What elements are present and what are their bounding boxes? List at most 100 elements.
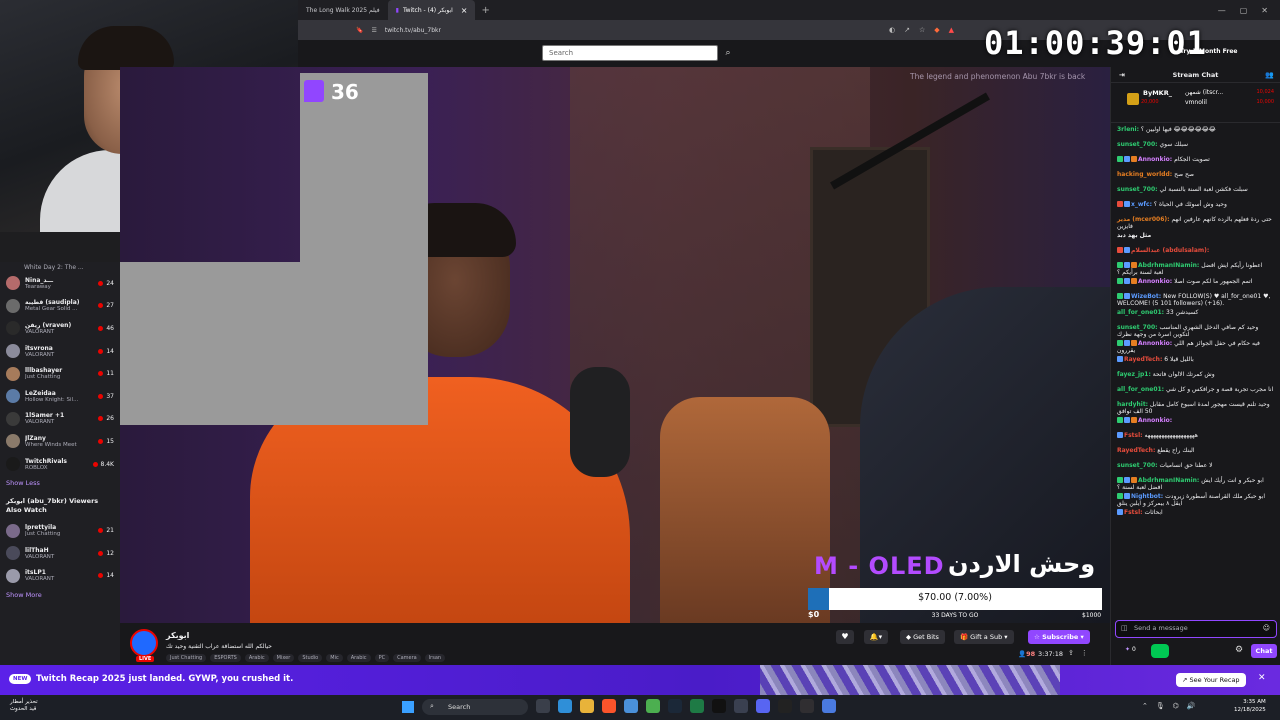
browser-tab-active[interactable]: ▮ Twitch - ابوبكر (4) × [387,0,476,20]
search-icon[interactable]: ⌕ [720,45,736,61]
chat-badge-icon[interactable] [1117,278,1123,284]
chat-badge-icon[interactable] [1131,340,1137,346]
users-icon[interactable]: 👥 [1265,71,1274,79]
chat-badge-icon[interactable] [1117,247,1123,253]
gift-sub-button[interactable]: 🎁 Gift a Sub ▾ [954,630,1014,644]
bookmark-icon[interactable]: 🔖 [356,27,363,34]
emote-icon[interactable]: ☺ [1263,624,1270,632]
sidebar-channel-item[interactable]: itsvrona VALORANT 14 [0,340,120,363]
stream-tag[interactable]: Camera [393,654,421,662]
chat-badge-icon[interactable] [1117,156,1123,162]
channel-points[interactable]: ✦ 0 [1125,646,1136,653]
site-info-icon[interactable]: ☰ [371,27,376,34]
taskbar-clock[interactable]: 3:35 AM 12/18/2025 [1234,699,1266,714]
alert-icon[interactable]: ▲ [949,26,954,34]
chat-username[interactable]: all_for_one01: [1117,309,1164,316]
chat-badge-icon[interactable] [1117,477,1123,483]
stream-tag[interactable]: Mic [326,654,343,662]
sidebar-channel-item[interactable]: ريفن (vraven) VALORANT 46 [0,317,120,340]
obs-icon[interactable] [800,699,814,713]
chat-username[interactable]: Annonkio: [1138,278,1172,285]
stream-tag[interactable]: Studio [298,654,323,662]
search-input[interactable]: Search [542,45,718,61]
stream-tag[interactable]: Irsan [424,654,446,662]
leaderboard-user[interactable]: vmnolil [1185,99,1207,106]
sidebar-channel-item[interactable]: lilThaH VALORANT 12 [0,542,120,565]
chat-username[interactable]: Fstsl: [1124,432,1143,439]
chat-send-button[interactable]: Chat [1251,644,1277,658]
show-more-link[interactable]: Show More [0,587,120,603]
chat-username[interactable]: AbdrhmanINamin: [1138,477,1199,484]
more-options-icon[interactable]: ⋮ [1081,649,1088,657]
capcut-icon[interactable] [778,699,792,713]
chat-badge-icon[interactable] [1117,493,1123,499]
chat-username[interactable]: hacking_worldd: [1117,171,1172,178]
chat-username[interactable]: sunset_700: [1117,324,1158,331]
chat-username[interactable]: Annonkio: [1138,417,1172,424]
sidebar-channel-item[interactable]: LeZeidaa Hollow Knight: Sil... 37 [0,385,120,408]
close-tab-icon[interactable]: × [461,6,468,15]
file-explorer-icon[interactable] [580,699,594,713]
sidebar-channel-item[interactable]: TwitchRivals ROBLOX 8.4K [0,453,120,476]
sidebar-channel-item[interactable]: JlZany Where Winds Meet 15 [0,430,120,453]
chat-username[interactable]: RayedTech: [1117,447,1155,454]
browser-tab[interactable]: The Long Walk 2025 فيلم [298,0,388,20]
chat-username[interactable]: fayez_jp1: [1117,371,1151,378]
chat-badge-icon[interactable] [1117,356,1123,362]
close-window-icon[interactable]: ✕ [1261,6,1268,15]
tiktok-icon[interactable] [712,699,726,713]
chat-badge-icon[interactable] [1131,262,1137,268]
stream-tag[interactable]: Mixer [272,654,295,662]
leaderboard-user[interactable]: شمهن (itscr... [1185,89,1223,96]
chat-badge-icon[interactable] [1124,262,1130,268]
chat-badge-icon[interactable] [1124,201,1130,207]
channel-name[interactable]: ابوبكر [166,631,189,640]
chat-username[interactable]: WizeBot: [1131,293,1161,300]
stream-tag[interactable]: ESPORTS [210,654,241,662]
chat-username[interactable]: AbdrhmanINamin: [1138,262,1199,269]
chat-username[interactable]: 3rleni: [1117,126,1139,133]
task-view-icon[interactable] [536,699,550,713]
chevron-up-icon[interactable]: ⌃ [1142,702,1148,710]
chat-username[interactable]: sunset_700: [1117,141,1158,148]
grid-app-icon[interactable] [822,699,836,713]
brave-icon[interactable] [602,699,616,713]
show-less-link[interactable]: Show Less [0,475,120,491]
chat-badge-icon[interactable] [1124,247,1130,253]
chat-badge-icon[interactable] [1124,340,1130,346]
channel-avatar[interactable] [130,629,158,657]
chat-username[interactable]: عبدالسلام (abdulsalam): [1131,247,1209,254]
chat-username[interactable]: مثل بهد دبد [1117,232,1151,239]
mute-icon[interactable]: ◐ [889,26,895,34]
new-tab-icon[interactable]: + [481,5,489,16]
chat-username[interactable]: sunset_700: [1117,186,1158,193]
volume-icon[interactable]: 🔊 [1187,702,1196,710]
stream-tag[interactable]: Just Chatting [166,654,207,662]
stream-tag[interactable]: PC [374,654,390,662]
store-icon[interactable] [624,699,638,713]
chrome-icon[interactable] [646,699,660,713]
star-icon[interactable]: ☆ [919,26,925,34]
subscribe-button[interactable]: ☆ Subscribe ▾ [1028,630,1090,644]
chat-username[interactable]: sunset_700: [1117,462,1158,469]
chat-badge-icon[interactable] [1131,156,1137,162]
share-icon[interactable]: ↗ [904,26,910,34]
try-turbo-button[interactable]: Try 1-Month Free [1180,48,1237,55]
chat-badge-icon[interactable] [1117,417,1123,423]
chat-username[interactable]: hardyhit: [1117,401,1148,408]
sidebar-channel-item[interactable]: 1lSamer +1 VALORANT 26 [0,408,120,431]
chat-username[interactable]: Annonkio: [1138,340,1172,347]
stream-tag[interactable]: Arabic [346,654,371,662]
chat-badge-icon[interactable] [1124,493,1130,499]
minimize-icon[interactable]: — [1218,6,1226,15]
chat-badge-icon[interactable] [1117,340,1123,346]
close-icon[interactable]: ✕ [1258,673,1266,683]
chat-badge-icon[interactable] [1124,417,1130,423]
get-bits-button[interactable]: ◆ Get Bits [900,630,945,644]
maximize-icon[interactable]: ▢ [1240,6,1248,15]
gear-icon[interactable]: ⚙ [1235,645,1243,655]
chat-badge-icon[interactable] [1124,477,1130,483]
sidebar-channel-item[interactable]: itsLP1 VALORANT 14 [0,565,120,588]
chat-identity-icon[interactable]: ◫ [1121,624,1128,632]
app-icon[interactable] [734,699,748,713]
